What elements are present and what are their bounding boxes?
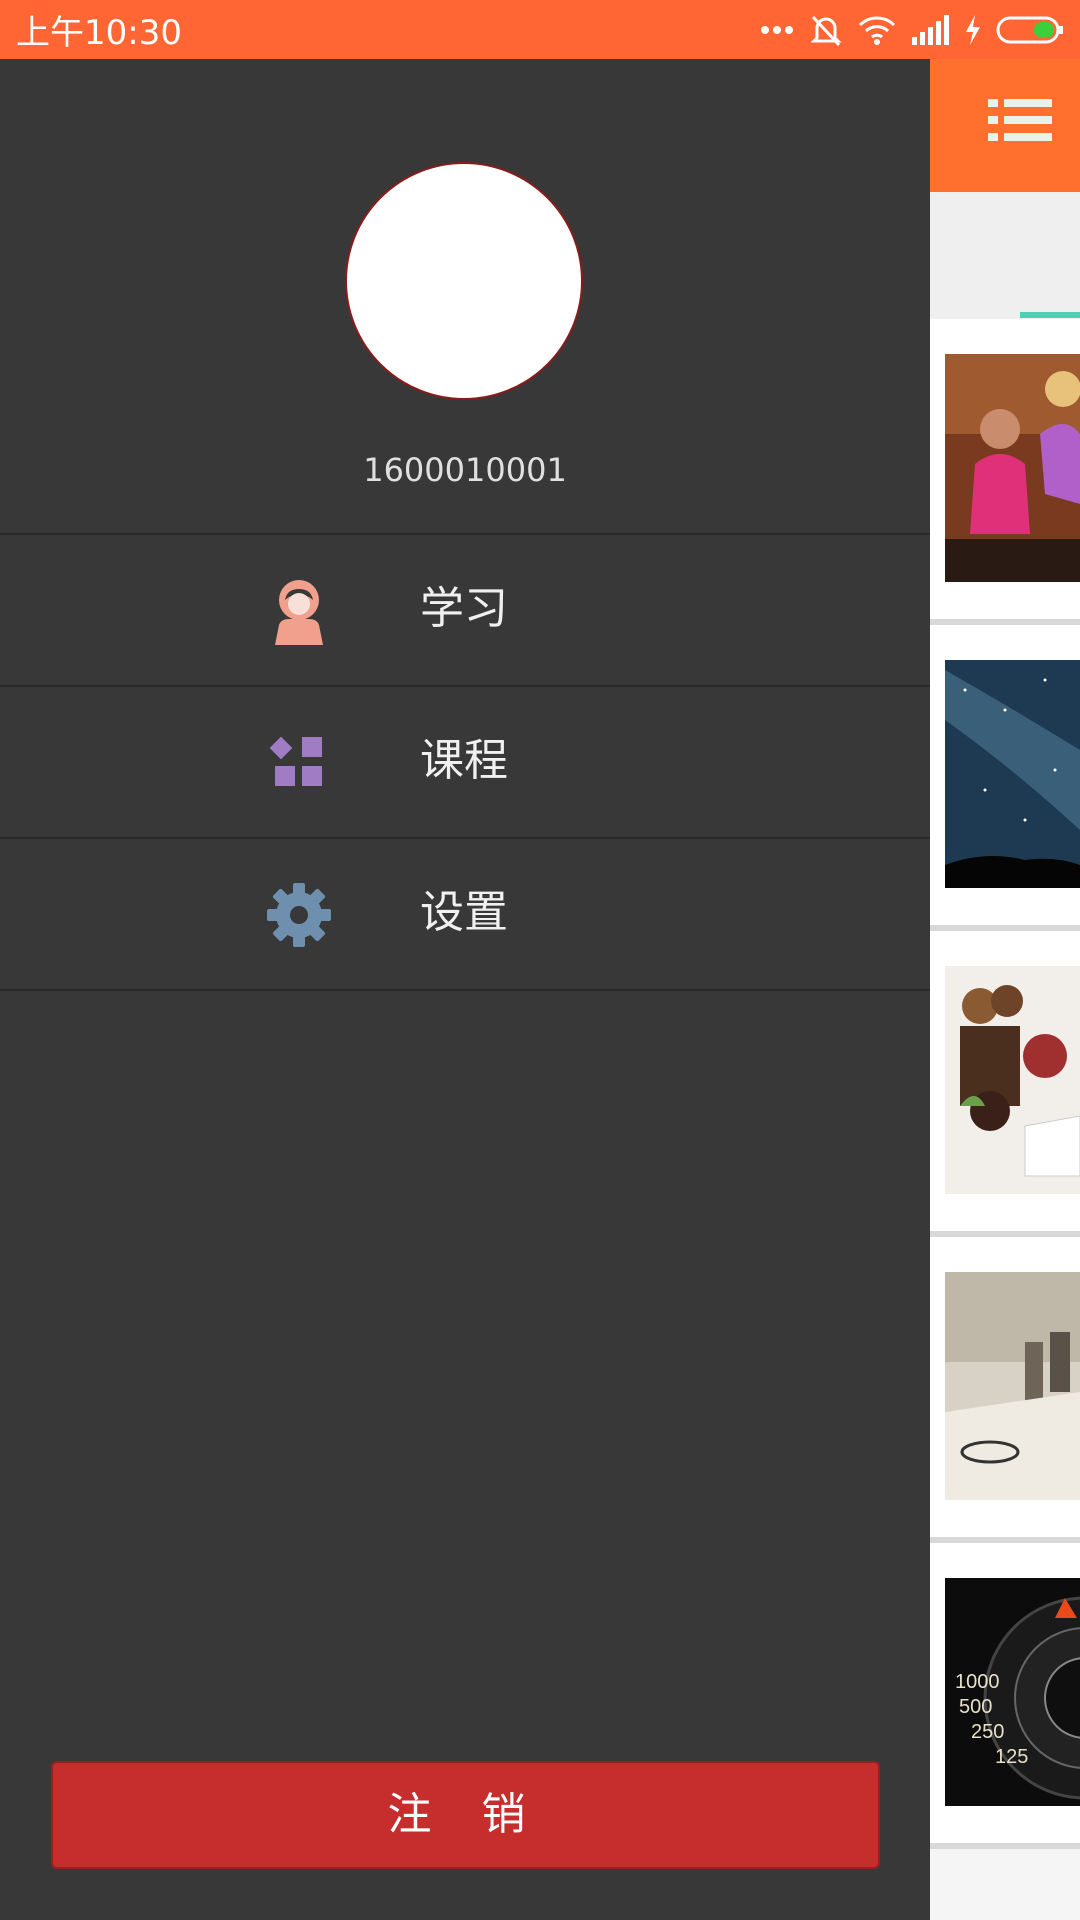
main-content: 1000 500 250 125 <box>930 59 1080 1920</box>
list-item[interactable]: 1000 500 250 125 <box>930 1543 1080 1849</box>
menu-item-courses[interactable]: 课程 <box>0 686 930 836</box>
gear-icon <box>265 881 333 949</box>
menu-item-label: 课程 <box>420 735 508 786</box>
avatar[interactable] <box>345 162 583 400</box>
menu-item-label: 设置 <box>420 887 508 938</box>
user-id: 1600010001 <box>363 451 567 489</box>
list-item[interactable] <box>930 1237 1080 1543</box>
svg-text:250: 250 <box>971 1721 1004 1743</box>
students-photo <box>945 354 1080 582</box>
divider <box>0 989 930 991</box>
menu-item-study[interactable]: 学习 <box>0 534 930 684</box>
menu-item-label: 学习 <box>420 583 508 634</box>
toolbar <box>930 59 1080 192</box>
charging-icon <box>966 14 980 45</box>
navigation-drawer: 1600010001 学习 课程 设置 注 销 <box>0 59 930 1920</box>
mushrooms-photo <box>945 966 1080 1194</box>
svg-text:1000: 1000 <box>955 1671 1000 1693</box>
tab-bar <box>930 192 1080 319</box>
list-menu-icon[interactable] <box>988 97 1052 153</box>
mute-icon <box>810 15 842 46</box>
menu-item-settings[interactable]: 设置 <box>0 838 930 988</box>
classroom-photo <box>945 1272 1080 1500</box>
logout-button[interactable]: 注 销 <box>51 1761 880 1869</box>
course-grid-icon <box>265 729 333 797</box>
list-item[interactable] <box>930 625 1080 931</box>
status-time: 上午10:30 <box>16 13 182 53</box>
tab-indicator <box>1020 312 1080 318</box>
status-bar: 上午10:30 <box>0 0 1080 59</box>
camera-dial-photo: 1000 500 250 125 <box>945 1578 1080 1806</box>
wifi-icon <box>858 15 896 45</box>
more-dots-icon <box>761 25 793 34</box>
battery-icon <box>996 16 1063 43</box>
learner-avatar-icon <box>265 577 333 645</box>
svg-text:125: 125 <box>995 1746 1028 1768</box>
list-item[interactable] <box>930 319 1080 625</box>
svg-text:500: 500 <box>959 1696 992 1718</box>
list-item[interactable] <box>930 931 1080 1237</box>
status-icons <box>760 12 1064 48</box>
signal-icon <box>912 14 949 45</box>
night-sky-photo <box>945 660 1080 888</box>
